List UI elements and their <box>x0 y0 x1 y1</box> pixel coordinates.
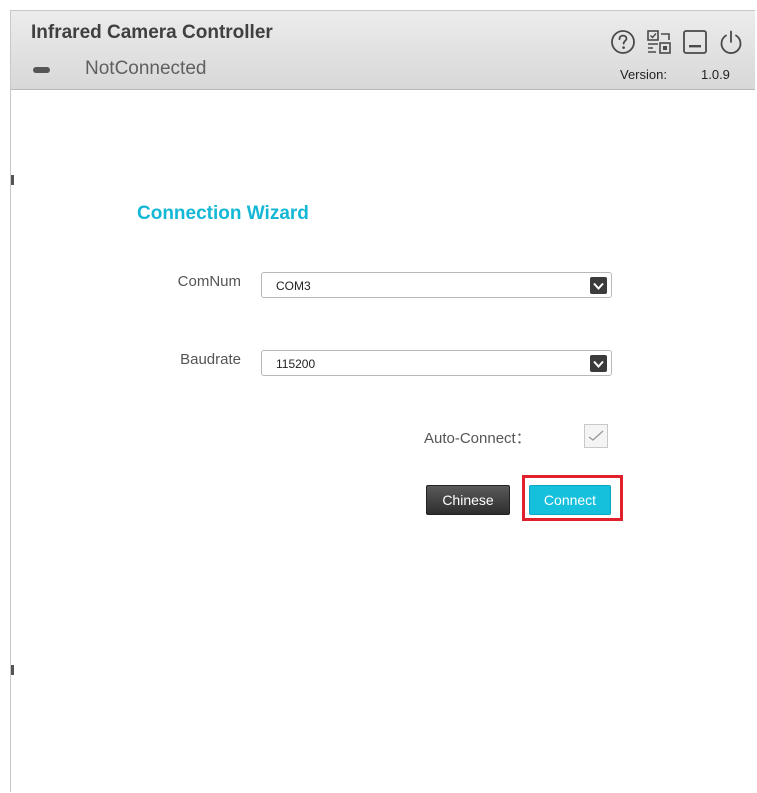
auto-connect-label: Auto-Connect： <box>424 430 531 447</box>
title-bar: Infrared Camera Controller NotConnected <box>11 11 755 90</box>
chevron-down-icon[interactable] <box>590 277 607 294</box>
comnum-select[interactable]: COM3 <box>261 272 612 298</box>
version-label: Version: <box>620 67 667 82</box>
version-value: 1.0.9 <box>701 67 730 82</box>
comnum-label: ComNum <box>177 273 241 290</box>
chevron-down-icon[interactable] <box>590 355 607 372</box>
help-icon[interactable] <box>609 28 637 56</box>
app-title: Infrared Camera Controller <box>31 22 273 43</box>
baudrate-label: Baudrate <box>180 351 241 368</box>
wizard-title: Connection Wizard <box>137 203 309 224</box>
window-edge-mark <box>11 665 14 675</box>
connection-status: NotConnected <box>85 58 207 79</box>
comnum-value: COM3 <box>276 279 311 293</box>
connect-highlight-box <box>522 475 623 521</box>
baudrate-value: 115200 <box>276 357 316 371</box>
minimize-icon[interactable] <box>681 28 709 56</box>
language-button[interactable]: Chinese <box>426 485 510 515</box>
baudrate-select[interactable]: 115200 <box>261 350 612 376</box>
app-window: Infrared Camera Controller NotConnected <box>10 10 755 792</box>
settings-icon[interactable] <box>645 28 673 56</box>
connection-indicator-icon <box>33 67 50 73</box>
auto-connect-checkbox[interactable] <box>584 424 608 448</box>
checkmark-icon <box>588 430 604 441</box>
window-edge-mark <box>11 175 14 185</box>
power-icon[interactable] <box>717 28 745 56</box>
